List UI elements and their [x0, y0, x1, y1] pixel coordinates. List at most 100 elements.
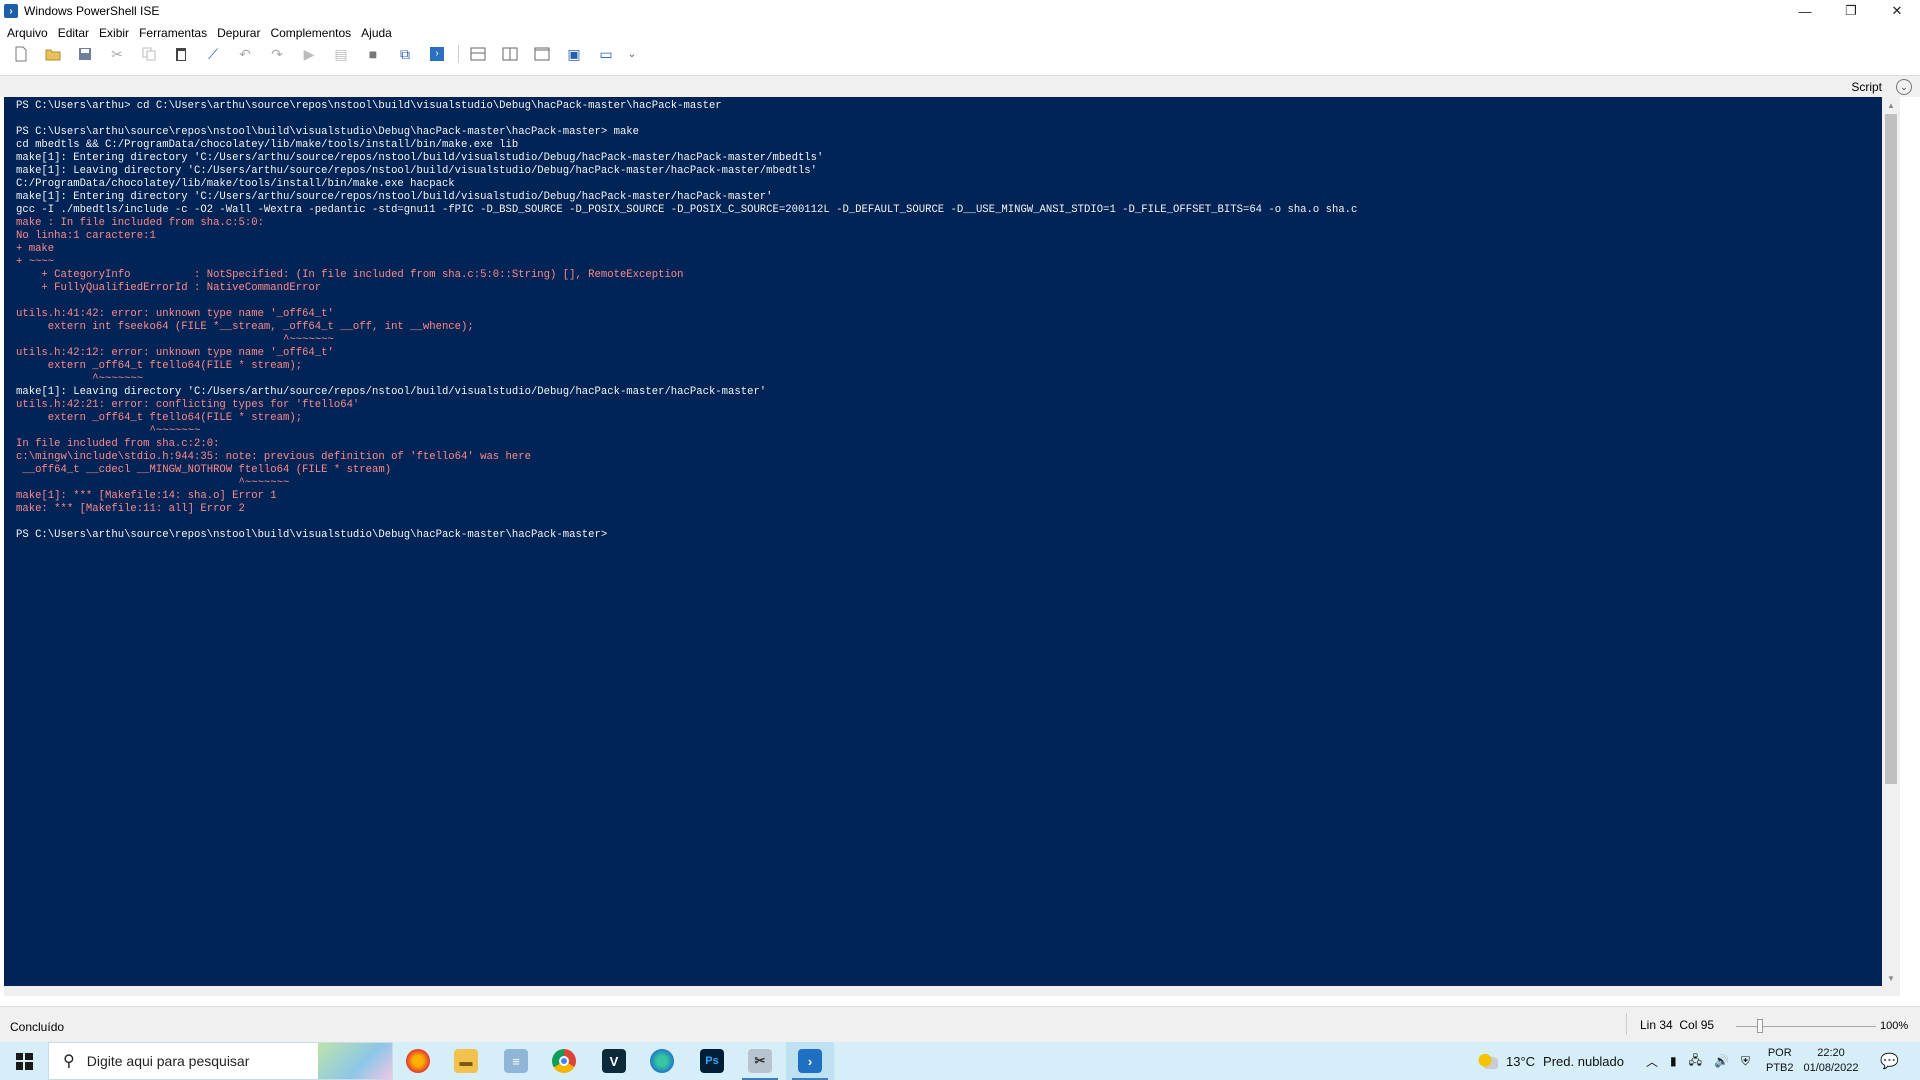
copy-icon[interactable] — [138, 44, 160, 64]
language-top: POR — [1767, 1047, 1792, 1059]
file-explorer-icon[interactable]: ▬ — [442, 1042, 490, 1080]
console-line: make[1]: Leaving directory 'C:/Users/art… — [16, 165, 818, 177]
show-command-window-icon[interactable]: ▣ — [563, 44, 585, 64]
console-scrollbar[interactable]: ▲ ▼ — [1882, 97, 1900, 986]
menu-ferramentas[interactable]: Ferramentas — [134, 26, 212, 40]
status-divider — [1626, 1013, 1627, 1035]
menu-complementos[interactable]: Complementos — [265, 26, 356, 40]
close-button[interactable]: ✕ — [1874, 0, 1920, 22]
run-icon[interactable]: ▶ — [298, 44, 320, 64]
menu-depurar[interactable]: Depurar — [212, 26, 265, 40]
menu-exibir[interactable]: Exibir — [94, 26, 134, 40]
powershell-ise-taskbar-icon[interactable]: › — [786, 1042, 834, 1080]
start-powershell-icon[interactable]: › — [426, 44, 448, 64]
weather-temp: 13°C — [1506, 1053, 1536, 1069]
stop-icon[interactable]: ■ — [362, 44, 384, 64]
menu-ajuda[interactable]: Ajuda — [356, 26, 397, 40]
restore-button[interactable]: ❐ — [1828, 0, 1874, 22]
console-line: utils.h:41:42: error: unknown type name … — [16, 308, 334, 320]
security-icon[interactable]: ⛨ — [1741, 1054, 1750, 1069]
minimize-button[interactable]: — — [1782, 0, 1828, 22]
notepad-icon[interactable]: ≡ — [492, 1042, 540, 1080]
new-script-icon[interactable] — [10, 44, 32, 64]
show-script-right-icon[interactable] — [499, 44, 521, 64]
start-button[interactable] — [0, 1042, 48, 1080]
remote-powershell-icon[interactable]: ⧉ — [394, 44, 416, 64]
console-line: gcc -I ./mbedtls/include -c -O2 -Wall -W… — [16, 204, 1358, 216]
console-line: PS C:\Users\arthu\source\repos\nstool\bu… — [16, 126, 640, 138]
console-line: No linha:1 caractere:1 — [16, 230, 156, 242]
windows-logo-icon — [15, 1052, 33, 1070]
clock[interactable]: 22:20 01/08/2022 — [1800, 1042, 1862, 1080]
scroll-down-icon[interactable]: ▼ — [1882, 970, 1900, 986]
taskbar-search[interactable]: ⚲ Digite aqui para pesquisar — [48, 1042, 393, 1080]
search-icon: ⚲ — [63, 1053, 75, 1070]
show-script-top-icon[interactable] — [467, 44, 489, 64]
menu-bar: Arquivo Editar Exibir Ferramentas Depura… — [0, 22, 1920, 43]
console-line: make: *** [Makefile:11: all] Error 2 — [16, 503, 245, 515]
toolbar-overflow-button[interactable]: ⌄ — [627, 44, 637, 64]
console-line: __off64_t __cdecl __MINGW_NOTHROW ftello… — [16, 464, 392, 476]
weather-widget[interactable]: 13°C Pred. nublado — [1478, 1042, 1624, 1080]
device-icon[interactable]: ▮ — [1670, 1054, 1677, 1068]
console-line: + CategoryInfo : NotSpecified: (In file … — [16, 269, 684, 281]
console-pane[interactable]: PS C:\Users\arthu> cd C:\Users\arthu\sou… — [4, 97, 1900, 986]
clear-console-icon[interactable]: ⟋ — [202, 44, 224, 64]
show-command-addon-icon[interactable]: ▭ — [595, 44, 617, 64]
console-line: PS C:\Users\arthu\source\repos\nstool\bu… — [16, 529, 608, 541]
notification-center-icon[interactable]: 💬 — [1880, 1042, 1899, 1080]
console-line: make[1]: Leaving directory 'C:/Users/art… — [16, 386, 767, 398]
cut-icon[interactable]: ✂ — [106, 44, 128, 64]
photoshop-icon[interactable]: Ps — [688, 1042, 736, 1080]
chevron-down-icon[interactable]: ⌄ — [1896, 79, 1912, 95]
show-script-maximized-icon[interactable] — [531, 44, 553, 64]
toolbar-separator — [458, 45, 459, 63]
language-indicator[interactable]: POR PTB2 — [1766, 1042, 1794, 1080]
console-line: extern _off64_t ftello64(FILE * stream); — [16, 412, 303, 424]
clock-date: 01/08/2022 — [1803, 1062, 1859, 1074]
script-toggle-label[interactable]: Script — [1851, 80, 1882, 94]
console-output: PS C:\Users\arthu> cd C:\Users\arthu\sou… — [16, 100, 1357, 542]
scroll-up-icon[interactable]: ▲ — [1882, 97, 1900, 113]
powershell-ise-icon: › — [4, 4, 18, 18]
console-line: extern _off64_t ftello64(FILE * stream); — [16, 360, 303, 372]
console-line: extern int fseeko64 (FILE *__stream, _of… — [16, 321, 474, 333]
console-line: ^~~~~~~~ — [16, 477, 290, 489]
search-placeholder: Digite aqui para pesquisar — [86, 1053, 250, 1069]
clock-time: 22:20 — [1817, 1047, 1845, 1059]
cursor-position: Lin 34 Col 95 — [1640, 1018, 1715, 1032]
paste-icon[interactable] — [170, 44, 192, 64]
console-line: + ~~~~ — [16, 256, 55, 268]
chrome-icon[interactable] — [540, 1042, 588, 1080]
snipping-tool-icon[interactable]: ✂ — [736, 1042, 784, 1080]
network-icon[interactable]: 🖧 — [1689, 1051, 1702, 1072]
menu-arquivo[interactable]: Arquivo — [2, 26, 53, 40]
title-bar: › Windows PowerShell ISE — ❐ ✕ — [0, 0, 1920, 22]
console-line: + make — [16, 243, 55, 255]
volume-icon[interactable]: 🔊 — [1714, 1054, 1729, 1068]
open-icon[interactable] — [42, 44, 64, 64]
console-line: + FullyQualifiedErrorId : NativeCommandE… — [16, 282, 322, 294]
save-icon[interactable] — [74, 44, 96, 64]
taskbar: ⚲ Digite aqui para pesquisar ▬ ≡ V Ps ✂ … — [0, 1042, 1920, 1080]
window-controls: — ❐ ✕ — [1782, 0, 1920, 22]
run-selection-icon[interactable]: ▤ — [330, 44, 352, 64]
undo-icon[interactable]: ↶ — [234, 44, 256, 64]
vegas-icon[interactable]: V — [590, 1042, 638, 1080]
edge-icon[interactable] — [638, 1042, 686, 1080]
firefox-icon[interactable] — [394, 1042, 442, 1080]
system-tray-icons: ︿ ▮ 🖧 🔊 ⛨ — [1646, 1042, 1750, 1080]
script-pane-bar: Script ⌄ — [0, 75, 1920, 97]
toolbar: ✂ ⟋ ↶ ↷ ▶ ▤ ■ ⧉ › ▣ ▭ ⌄ — [0, 43, 1920, 65]
zoom-slider-thumb[interactable] — [1757, 1019, 1763, 1033]
redo-icon[interactable]: ↷ — [266, 44, 288, 64]
console-line: ^~~~~~~~ — [16, 334, 334, 346]
menu-editar[interactable]: Editar — [53, 26, 94, 40]
console-line: make : In file included from sha.c:5:0: — [16, 217, 264, 229]
chevron-up-icon[interactable]: ︿ — [1646, 1053, 1658, 1070]
console-line: cd mbedtls && C:/ProgramData/chocolatey/… — [16, 139, 519, 151]
scrollbar-thumb[interactable] — [1885, 114, 1897, 784]
weather-desc: Pred. nublado — [1543, 1053, 1624, 1069]
